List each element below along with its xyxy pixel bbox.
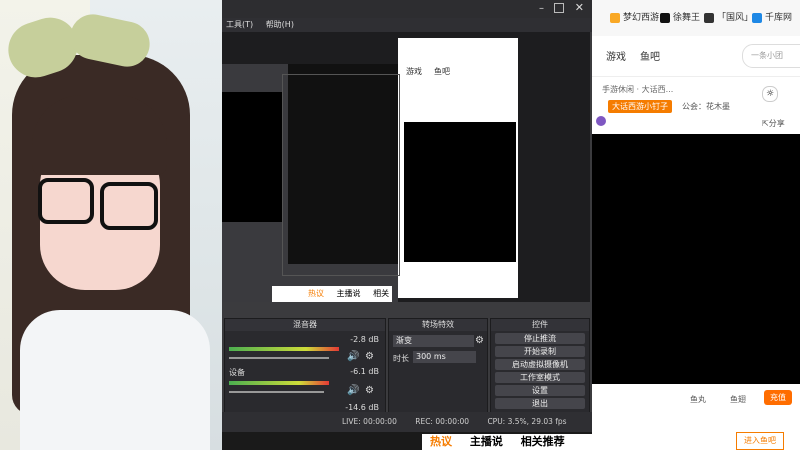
bookmarks-bar: 梦幻西游 徐舞王 「国风」 千库网 [592, 0, 800, 37]
inner-player [404, 122, 516, 262]
webcam-feed [0, 0, 222, 450]
bangs [32, 95, 167, 175]
inner-tab-anchor: 主播说 [336, 289, 361, 298]
shirt [20, 310, 210, 450]
close-icon[interactable]: ✕ [575, 1, 584, 14]
sun-icon[interactable]: ☼ [762, 86, 778, 102]
bookmark-icon [752, 12, 762, 23]
minimize-icon[interactable]: – [539, 3, 544, 14]
mixer-level-1: -2.8 dB [350, 335, 379, 344]
stop-streaming-button[interactable]: 停止推流 [495, 333, 585, 344]
mixer-title: 混音器 [225, 319, 385, 331]
collapse-icon[interactable] [596, 116, 606, 126]
captured-obs [222, 64, 400, 302]
bookmark-icon [610, 12, 620, 23]
mixer-device-label: 设备 [229, 368, 245, 377]
bookmark[interactable]: 千库网 [752, 10, 792, 26]
audio-meter [229, 381, 329, 385]
obs-window: ✕ – 工具(T) 帮助(H) 游戏 鱼吧 热议 主播说 相关推荐 混音器 -2… [222, 0, 592, 450]
tab-hot[interactable]: 热议 [430, 435, 452, 448]
bookmark[interactable]: 梦幻西游 [610, 10, 659, 26]
menu-help[interactable]: 帮助(H) [266, 20, 294, 29]
gear-icon[interactable]: ⚙ [475, 335, 484, 346]
speaker-icon[interactable]: 🔊 [347, 385, 359, 396]
gear-icon[interactable]: ⚙ [365, 385, 374, 396]
speaker-icon[interactable]: 🔊 [347, 351, 359, 362]
tab-related[interactable]: 相关推荐 [521, 435, 565, 448]
inner-tab-related: 相关推荐 [373, 289, 390, 298]
nav-fish-bar[interactable]: 鱼吧 [640, 48, 660, 63]
exit-button[interactable]: 退出 [495, 398, 585, 409]
inner-nav-game: 游戏 [406, 67, 422, 76]
inner-nav-fish: 鱼吧 [434, 67, 450, 76]
gift-bar: 鱼丸 鱼翅 充值 [592, 384, 800, 414]
volume-slider[interactable] [229, 357, 329, 359]
mixer-level-3: -14.6 dB [345, 403, 379, 412]
audio-meter [229, 347, 339, 351]
captured-browser: 游戏 鱼吧 [398, 38, 518, 298]
guild-tag[interactable]: 公会：花木墨 [682, 101, 730, 112]
share-link[interactable]: ⇱分享 [762, 118, 785, 129]
badge-tag[interactable]: 大话西游小钉子 [608, 100, 672, 113]
maximize-icon[interactable] [554, 3, 564, 13]
gear-icon[interactable]: ⚙ [365, 351, 374, 362]
bottom-strip: 热议 主播说 相关推荐 [222, 432, 592, 450]
bookmark-icon [660, 12, 670, 23]
inner-tabs: 热议 主播说 相关推荐 [272, 286, 392, 302]
tab-anchor[interactable]: 主播说 [470, 435, 503, 448]
bookmark[interactable]: 徐舞王 [660, 10, 700, 26]
menu-bar: 工具(T) 帮助(H) [222, 18, 592, 32]
inner-tab-hot: 热议 [308, 289, 324, 298]
rec-timer: REC: 00:00:00 [415, 417, 470, 426]
studio-mode-button[interactable]: 工作室模式 [495, 372, 585, 383]
browser-page: 梦幻西游 徐舞王 「国风」 千库网 游戏 鱼吧 一条小团 手游休闲 · 大话西.… [592, 0, 800, 450]
fish-ball[interactable]: 鱼丸 [690, 394, 706, 405]
duration-label: 时长 [393, 354, 409, 363]
preview-canvas[interactable]: 游戏 鱼吧 热议 主播说 相关推荐 [222, 32, 590, 302]
recharge-button[interactable]: 充值 [764, 390, 792, 405]
title-bar: ✕ – [222, 0, 592, 18]
inner-preview [222, 92, 282, 222]
nav-game[interactable]: 游戏 [606, 48, 626, 63]
transition-title: 转场特效 [389, 319, 487, 331]
duration-input[interactable]: 300 ms [413, 351, 476, 363]
status-bar: LIVE: 00:00:00 REC: 00:00:00 CPU: 3.5%, … [222, 412, 592, 432]
volume-slider[interactable] [229, 391, 324, 393]
start-recording-button[interactable]: 开始录制 [495, 346, 585, 357]
share-icon: ⇱ [762, 119, 769, 128]
bookmark[interactable]: 「国风」 [704, 10, 753, 26]
glasses-left-lens [38, 178, 94, 224]
search-input[interactable]: 一条小团 [742, 44, 800, 68]
video-player[interactable] [592, 134, 800, 384]
enter-fish-bar-button[interactable]: 进入鱼吧 [736, 432, 784, 450]
virtual-camera-button[interactable]: 启动虚拟摄像机 [495, 359, 585, 370]
inner-obs-window [282, 74, 400, 276]
mixer-level-2: -6.1 dB [350, 367, 379, 376]
site-nav: 游戏 鱼吧 一条小团 [592, 36, 800, 77]
category-tag[interactable]: 手游休闲 · 大话西... [602, 84, 673, 95]
cpu-status: CPU: 3.5%, 29.03 fps [487, 417, 567, 426]
menu-tools[interactable]: 工具(T) [226, 20, 253, 29]
page-tabs: 热议 主播说 相关推荐 [422, 434, 592, 450]
glasses-right-lens [100, 182, 158, 230]
transition-select[interactable]: 渐变 [393, 335, 474, 347]
settings-button[interactable]: 设置 [495, 385, 585, 396]
live-timer: LIVE: 00:00:00 [342, 417, 397, 426]
bookmark-icon [704, 12, 714, 23]
controls-title: 控件 [491, 319, 589, 331]
fish-fin[interactable]: 鱼翅 [730, 394, 746, 405]
